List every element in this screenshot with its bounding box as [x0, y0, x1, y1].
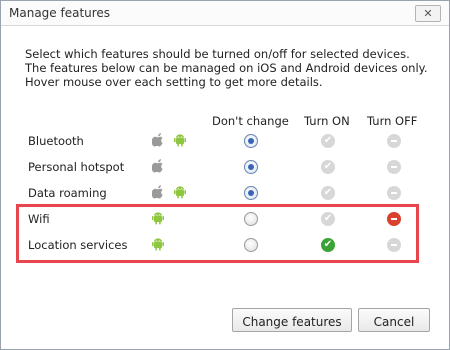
manage-features-dialog: Manage features ✕ Select which features …: [0, 0, 450, 350]
android-icon: [174, 185, 186, 199]
option-turn-off[interactable]: [387, 186, 401, 200]
description-line-3: Hover mouse over each setting to get mor…: [25, 75, 323, 89]
cancel-button[interactable]: Cancel: [358, 308, 430, 332]
option-turn-on[interactable]: ✔: [321, 160, 335, 174]
feature-row: Personal hotspot ✔: [1, 155, 449, 179]
radio-icon: [244, 186, 258, 200]
column-header-turn-on: Turn ON: [304, 114, 350, 128]
feature-label: Personal hotspot: [28, 160, 125, 174]
option-dont-change[interactable]: [244, 134, 258, 148]
column-header-turn-off: Turn OFF: [367, 114, 418, 128]
minus-icon: [387, 160, 401, 174]
android-icon: [174, 133, 186, 147]
apple-icon: [151, 133, 164, 147]
feature-row: Bluetooth ✔: [1, 129, 449, 153]
feature-row: Data roaming ✔: [1, 181, 449, 205]
apple-icon: [151, 159, 164, 173]
close-button[interactable]: ✕: [415, 5, 441, 22]
option-turn-off[interactable]: [387, 160, 401, 174]
feature-label: Bluetooth: [28, 134, 84, 148]
option-dont-change[interactable]: [244, 186, 258, 200]
minus-icon: [387, 134, 401, 148]
column-header-dont-change: Don't change: [212, 114, 289, 128]
feature-label: Data roaming: [28, 186, 107, 200]
option-dont-change[interactable]: [244, 160, 258, 174]
minus-icon: [387, 186, 401, 200]
option-turn-off[interactable]: [387, 134, 401, 148]
checkmark-icon: ✔: [321, 134, 335, 148]
change-features-button[interactable]: Change features: [232, 308, 352, 332]
description-line-2: The features below can be managed on iOS…: [25, 61, 428, 75]
highlight-box: [16, 204, 419, 263]
dialog-title: Manage features: [9, 6, 111, 20]
radio-icon: [244, 134, 258, 148]
checkmark-icon: ✔: [321, 186, 335, 200]
title-bar: Manage features ✕: [1, 1, 449, 26]
radio-icon: [244, 160, 258, 174]
option-turn-on[interactable]: ✔: [321, 186, 335, 200]
close-icon: ✕: [423, 7, 433, 20]
checkmark-icon: ✔: [321, 160, 335, 174]
description: Select which features should be turned o…: [25, 47, 428, 89]
description-line-1: Select which features should be turned o…: [25, 47, 410, 61]
apple-icon: [151, 185, 164, 199]
option-turn-on[interactable]: ✔: [321, 134, 335, 148]
